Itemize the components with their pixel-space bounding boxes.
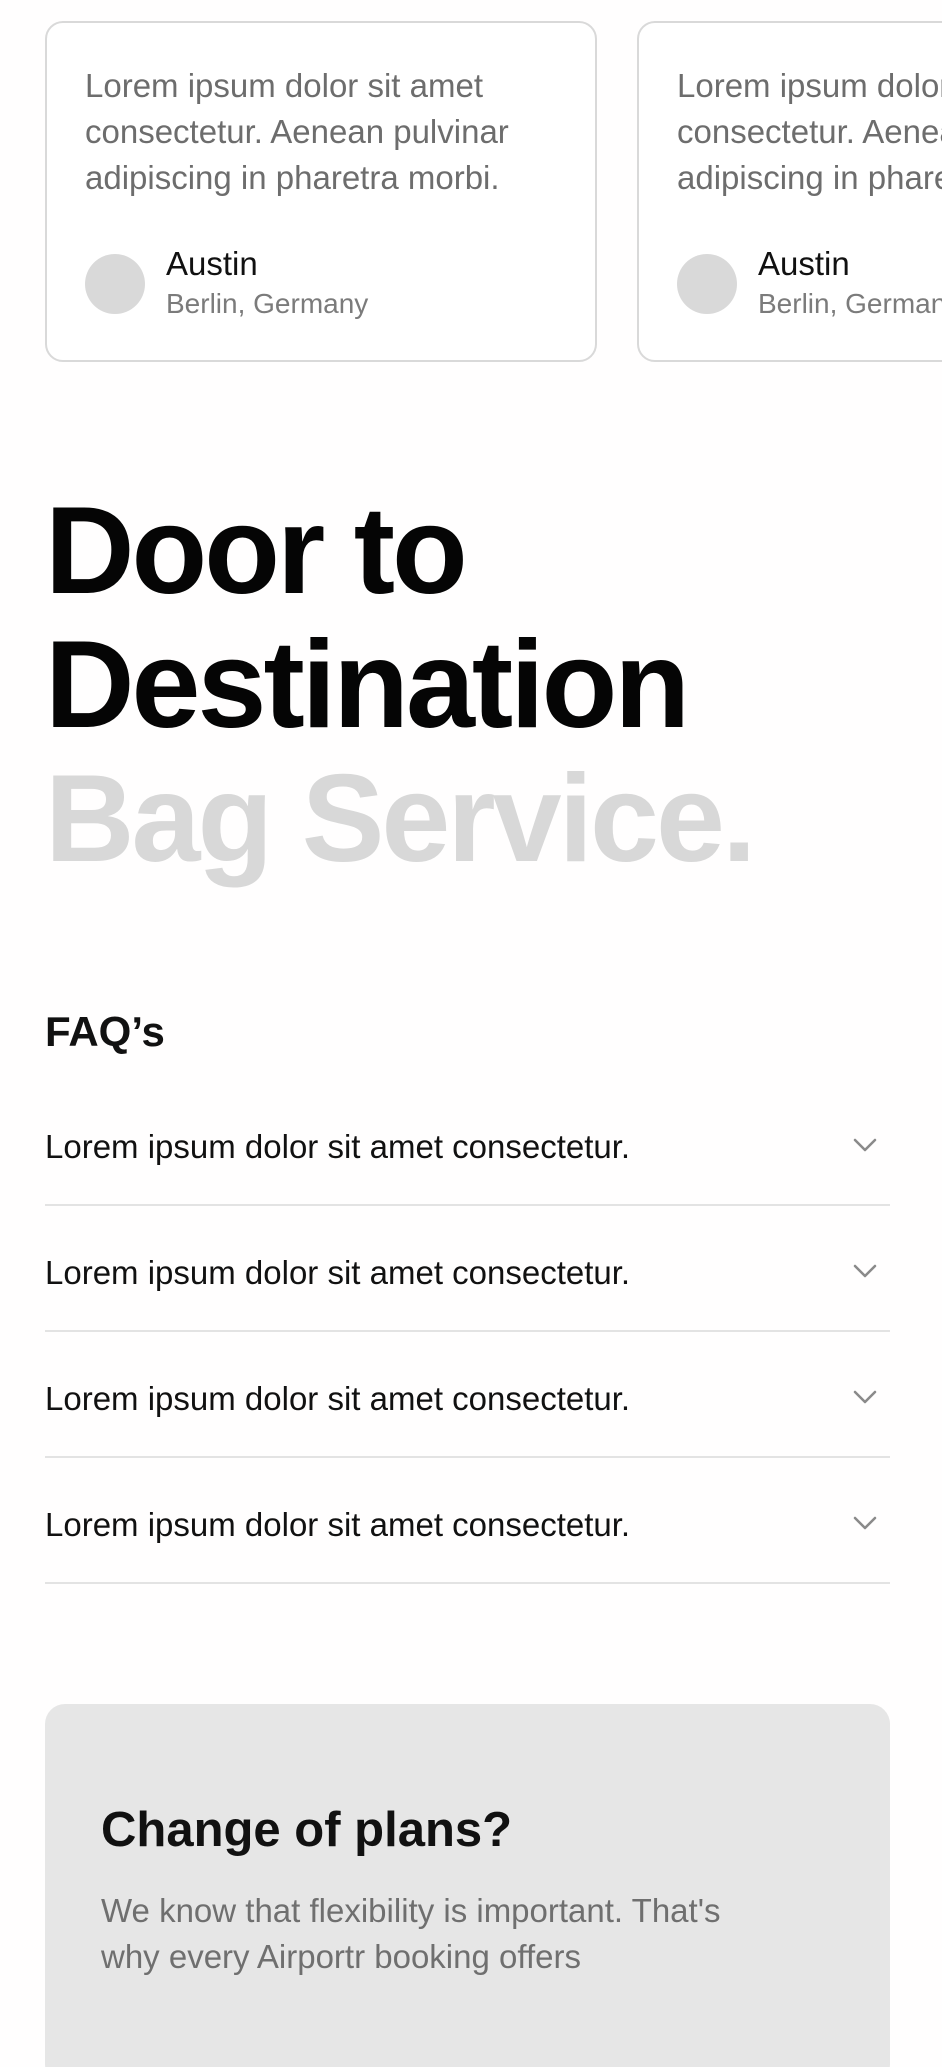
faq-question: Lorem ipsum dolor sit amet consectetur. (45, 1380, 631, 1417)
hero-heading: Door to Destination Bag Service. (45, 484, 905, 886)
change-of-plans-card: Change of plans? We know that flexibilit… (45, 1704, 890, 2067)
testimonial-quote: Lorem ipsum dolor sit amet consectetur. … (85, 67, 509, 196)
author-location: Berlin, Germany (166, 288, 369, 319)
faq-question: Lorem ipsum dolor sit amet consectetur. (45, 1254, 631, 1291)
chevron-down-icon[interactable] (850, 1508, 880, 1538)
testimonial-card: Lorem ipsum dolor sit amet consectetur. … (45, 21, 597, 362)
faq-item[interactable]: Lorem ipsum dolor sit amet consectetur. (45, 1080, 890, 1206)
faq-title: FAQ’s (45, 1008, 165, 1055)
plans-title: Change of plans? (101, 1803, 513, 1857)
faq-question: Lorem ipsum dolor sit amet consectetur. (45, 1128, 631, 1165)
avatar (677, 254, 737, 314)
author-name: Austin (166, 245, 258, 282)
author-location: Berlin, Germany (758, 288, 942, 319)
author-name: Austin (758, 245, 850, 282)
faq-item[interactable]: Lorem ipsum dolor sit amet consectetur. (45, 1458, 890, 1584)
testimonial-card: Lorem ipsum dolor sit amet consectetur. … (637, 21, 942, 362)
chevron-down-icon[interactable] (850, 1130, 880, 1160)
hero-heading-line: Door to (45, 482, 468, 620)
faq-question: Lorem ipsum dolor sit amet consectetur. (45, 1506, 631, 1543)
testimonial-quote: Lorem ipsum dolor sit amet consectetur. … (677, 67, 942, 196)
faq-list: Lorem ipsum dolor sit amet consectetur. … (45, 1080, 890, 1584)
chevron-down-icon[interactable] (850, 1382, 880, 1412)
faq-item[interactable]: Lorem ipsum dolor sit amet consectetur. (45, 1332, 890, 1458)
hero-heading-accent: Bag Service. (45, 750, 756, 888)
chevron-down-icon[interactable] (850, 1256, 880, 1286)
testimonials-carousel[interactable]: Lorem ipsum dolor sit amet consectetur. … (0, 0, 942, 380)
page: Lorem ipsum dolor sit amet consectetur. … (0, 0, 942, 2067)
faq-item[interactable]: Lorem ipsum dolor sit amet consectetur. (45, 1206, 890, 1332)
avatar (85, 254, 145, 314)
hero-heading-line: Destination (45, 616, 690, 754)
plans-description: We know that flexibility is important. T… (101, 1892, 721, 1975)
